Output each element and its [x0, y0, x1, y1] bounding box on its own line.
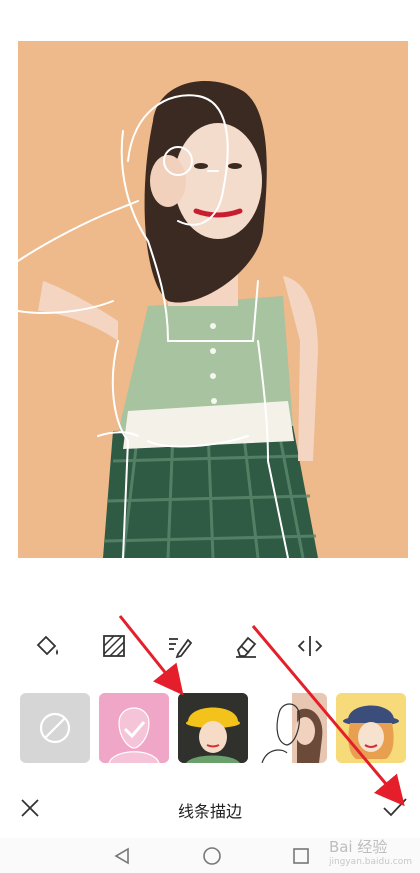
- pattern-icon[interactable]: [96, 628, 132, 664]
- watermark-subtext: jingyan.baidu.com: [328, 857, 412, 867]
- style-none-button[interactable]: [20, 693, 90, 763]
- system-nav-bar: Bai 经验 jingyan.baidu.com: [0, 838, 420, 873]
- watermark: Bai 经验 jingyan.baidu.com: [329, 836, 412, 867]
- brush-icon[interactable]: [162, 628, 198, 664]
- action-bar: 线条描边: [0, 786, 420, 838]
- confirm-check-icon[interactable]: [381, 794, 409, 820]
- watermark-text: Bai 经验: [328, 838, 388, 856]
- eraser-icon[interactable]: [228, 628, 264, 664]
- style-line-art-thumb[interactable]: [99, 693, 169, 763]
- recents-nav-icon[interactable]: [291, 846, 311, 870]
- style-sketch-thumb[interactable]: [257, 693, 327, 763]
- style-bucket-hat-thumb[interactable]: [336, 693, 406, 763]
- edited-photo: [18, 41, 408, 558]
- no-effect-icon: [39, 712, 71, 744]
- tool-row: [0, 618, 420, 672]
- back-nav-icon[interactable]: [112, 846, 132, 870]
- fill-bucket-icon[interactable]: [30, 628, 66, 664]
- page-title: 线条描边: [177, 802, 242, 821]
- style-cartoon-thumb[interactable]: [178, 693, 248, 763]
- home-nav-icon[interactable]: [201, 845, 223, 871]
- style-strip: [0, 690, 420, 764]
- compare-icon[interactable]: [292, 628, 328, 664]
